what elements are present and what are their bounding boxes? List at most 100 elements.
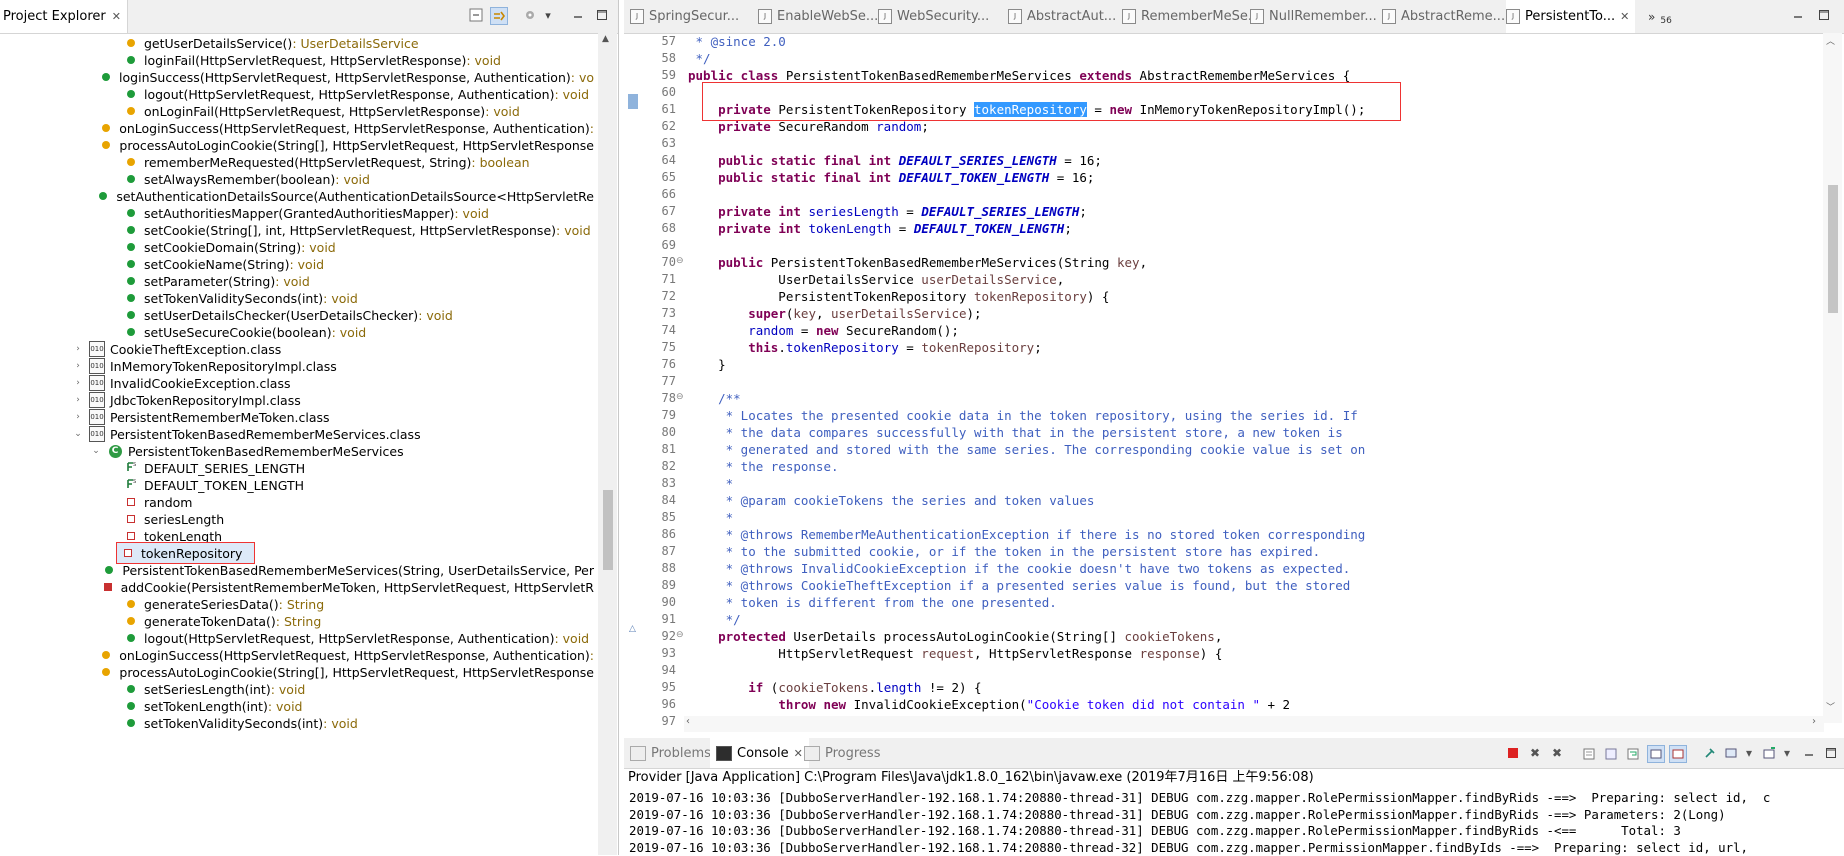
code-line[interactable]: * @throws CookieTheftException if a pres… <box>688 577 1351 594</box>
tree-item-content[interactable]: logout(HttpServletRequest, HttpServletRe… <box>120 631 593 646</box>
tree-item-content[interactable]: 010 InvalidCookieException.class <box>86 375 295 391</box>
expand-arrow-icon[interactable]: › <box>72 344 84 354</box>
code-line[interactable]: throw new InvalidCookieException("Cookie… <box>688 696 1290 713</box>
editor-tab[interactable]: J NullRemember... <box>1250 0 1377 33</box>
tree-item-content[interactable]: 010 PersistentRememberMeToken.class <box>86 409 334 425</box>
tree-item-content[interactable]: 010 JdbcTokenRepositoryImpl.class <box>86 392 305 408</box>
tree-item-content[interactable]: rememberMeRequested(HttpServletRequest, … <box>120 155 534 170</box>
console-minimize-icon[interactable] <box>1801 745 1817 761</box>
expand-arrow-icon[interactable]: › <box>72 378 84 388</box>
code-line[interactable]: */ <box>688 50 711 67</box>
console-tab[interactable]: Problems <box>630 738 711 768</box>
tree-item-content[interactable]: setSeriesLength(int) : void <box>120 682 309 697</box>
tab-project-explorer[interactable]: Project Explorer ✕ <box>0 0 128 33</box>
code-line[interactable]: * <box>688 509 734 526</box>
display-console-icon[interactable] <box>1723 745 1739 761</box>
editor-scroll-thumb[interactable] <box>1828 185 1838 313</box>
tree-item-content[interactable]: processAutoLoginCookie(String[], HttpSer… <box>95 665 598 680</box>
editor-minimize-icon[interactable] <box>1790 7 1806 23</box>
editor-scroll-left-icon[interactable]: ‹ <box>686 716 690 727</box>
editor-scroll-right-icon[interactable]: › <box>1812 716 1816 727</box>
show-on-stdout-icon[interactable] <box>1647 745 1665 763</box>
tree-item-content[interactable]: setParameter(String) : void <box>120 274 314 289</box>
tree-item-content[interactable]: C PersistentTokenBasedRememberMeServices <box>104 444 408 459</box>
terminate-icon[interactable] <box>1505 745 1521 761</box>
code-line[interactable]: HttpServletRequest request, HttpServletR… <box>688 645 1222 662</box>
show-on-stderr-icon[interactable] <box>1669 745 1687 763</box>
tree-item-content[interactable]: setUseSecureCookie(boolean) : void <box>120 325 370 340</box>
tree-item-content[interactable]: setAuthoritiesMapper(GrantedAuthoritiesM… <box>120 206 493 221</box>
fold-collapse-icon[interactable]: ⊖ <box>676 630 684 640</box>
fold-collapse-icon[interactable]: ⊖ <box>676 392 684 402</box>
code-area[interactable]: * @since 2.0 */ public class PersistentTo… <box>688 33 1818 723</box>
console-tab[interactable]: Progress <box>804 738 880 768</box>
editor-vscrollbar[interactable] <box>1823 33 1842 723</box>
collapse-all-icon[interactable] <box>468 7 484 23</box>
tree-item-content[interactable]: loginFail(HttpServletRequest, HttpServle… <box>120 53 505 68</box>
code-line[interactable]: PersistentTokenRepository tokenRepositor… <box>688 288 1109 305</box>
tree-item-content[interactable]: setUserDetailsChecker(UserDetailsChecker… <box>120 308 457 323</box>
fold-collapse-icon[interactable]: ⊖ <box>676 256 684 266</box>
tree-item-content[interactable]: logout(HttpServletRequest, HttpServletRe… <box>120 87 593 102</box>
editor-maximize-icon[interactable] <box>1816 7 1832 23</box>
editor-tab[interactable]: J AbstractReme... <box>1382 0 1505 33</box>
close-tab-icon[interactable]: ✕ <box>794 747 803 760</box>
tree-item-content[interactable]: processAutoLoginCookie(String[], HttpSer… <box>95 138 598 153</box>
editor-tab[interactable]: J RememberMeSe... <box>1122 0 1260 33</box>
editor-tab[interactable]: J PersistentTo... ✕ <box>1506 0 1636 33</box>
editor-hscrollbar[interactable] <box>684 716 1824 732</box>
editor-scroll-up-icon[interactable]: ︿ <box>1826 34 1835 47</box>
view-menu-dropdown-icon[interactable]: ▾ <box>540 7 556 23</box>
expand-arrow-icon[interactable]: › <box>72 395 84 405</box>
code-line[interactable]: protected UserDetails processAutoLoginCo… <box>688 628 1222 645</box>
display-console-dropdown-icon[interactable]: ▾ <box>1741 745 1757 761</box>
tree-item-content[interactable]: generateTokenData() : String <box>120 614 325 629</box>
tree-item-content[interactable]: 010 PersistentTokenBasedRememberMeService… <box>86 426 425 442</box>
code-line[interactable]: this.tokenRepository = tokenRepository; <box>688 339 1042 356</box>
view-menu-icon[interactable] <box>522 7 538 23</box>
code-line[interactable]: if (cookieTokens.length != 2) { <box>688 679 981 696</box>
editor-tab[interactable]: J EnableWebSe... <box>758 0 878 33</box>
tree-item-content[interactable]: PersistentTokenBasedRememberMeServices(S… <box>98 563 598 578</box>
remove-launch-icon[interactable]: ✖ <box>1527 745 1543 761</box>
code-line[interactable]: * generated and stored with the same ser… <box>688 441 1366 458</box>
remove-all-terminated-icon[interactable]: ✖ <box>1549 745 1565 761</box>
pin-console-icon[interactable] <box>1701 745 1717 761</box>
expand-arrow-icon[interactable]: › <box>72 361 84 371</box>
close-icon[interactable]: ✕ <box>112 10 121 23</box>
editor-scroll-down-icon[interactable]: ﹀ <box>1826 700 1835 713</box>
scroll-up-icon[interactable]: ▲ <box>602 34 609 44</box>
collapse-arrow-icon[interactable]: ⌄ <box>72 429 84 439</box>
tree-item-content[interactable]: onLoginFail(HttpServletRequest, HttpServ… <box>120 104 524 119</box>
code-line[interactable]: * token is different from the one presen… <box>688 594 1057 611</box>
tree-item-content[interactable]: setAuthenticationDetailsSource(Authentic… <box>92 189 598 204</box>
open-console-icon[interactable] <box>1761 745 1777 761</box>
tree-scroll-thumb[interactable] <box>603 490 613 570</box>
code-line[interactable]: private int tokenLength = DEFAULT_TOKEN_… <box>688 220 1072 237</box>
tree-item-content[interactable]: 010 InMemoryTokenRepositoryImpl.class <box>86 358 341 374</box>
tree-item-content[interactable]: setAlwaysRemember(boolean) : void <box>120 172 374 187</box>
code-line[interactable]: */ <box>688 611 741 628</box>
word-wrap-icon[interactable] <box>1625 745 1641 761</box>
tree-item-content[interactable]: onLoginSuccess(HttpServletRequest, HttpS… <box>95 648 598 663</box>
tree-item-content[interactable]: S DEFAULT_TOKEN_LENGTH <box>120 478 308 493</box>
minimize-icon[interactable] <box>570 7 586 23</box>
code-line[interactable]: * @param cookieTokens the series and tok… <box>688 492 1095 509</box>
code-line[interactable]: * the response. <box>688 458 839 475</box>
code-line[interactable]: public static final int DEFAULT_TOKEN_LE… <box>688 169 1094 186</box>
tree-item-content[interactable]: onLoginSuccess(HttpServletRequest, HttpS… <box>95 121 598 136</box>
collapse-arrow-icon[interactable]: ⌄ <box>90 446 102 456</box>
tree-item[interactable]: setTokenValiditySeconds(int) : void <box>0 713 598 733</box>
code-line[interactable]: * Locates the presented cookie data in t… <box>688 407 1358 424</box>
code-line[interactable]: UserDetailsService userDetailsService, <box>688 271 1064 288</box>
tree-item-content[interactable]: setTokenValiditySeconds(int) : void <box>120 291 362 306</box>
tree-item-content[interactable]: setTokenLength(int) : void <box>120 699 306 714</box>
open-console-dropdown-icon[interactable]: ▾ <box>1779 745 1795 761</box>
tree-item-content[interactable]: generateSeriesData() : String <box>120 597 328 612</box>
tree-item-content[interactable]: S DEFAULT_SERIES_LENGTH <box>120 461 309 476</box>
code-line[interactable]: public static final int DEFAULT_SERIES_L… <box>688 152 1102 169</box>
editor-tab[interactable]: J SpringSecur... <box>630 0 739 33</box>
code-line[interactable]: super(key, userDetailsService); <box>688 305 981 322</box>
code-line[interactable]: * <box>688 475 734 492</box>
tree-item-content[interactable]: getUserDetailsService() : UserDetailsSer… <box>120 36 423 51</box>
